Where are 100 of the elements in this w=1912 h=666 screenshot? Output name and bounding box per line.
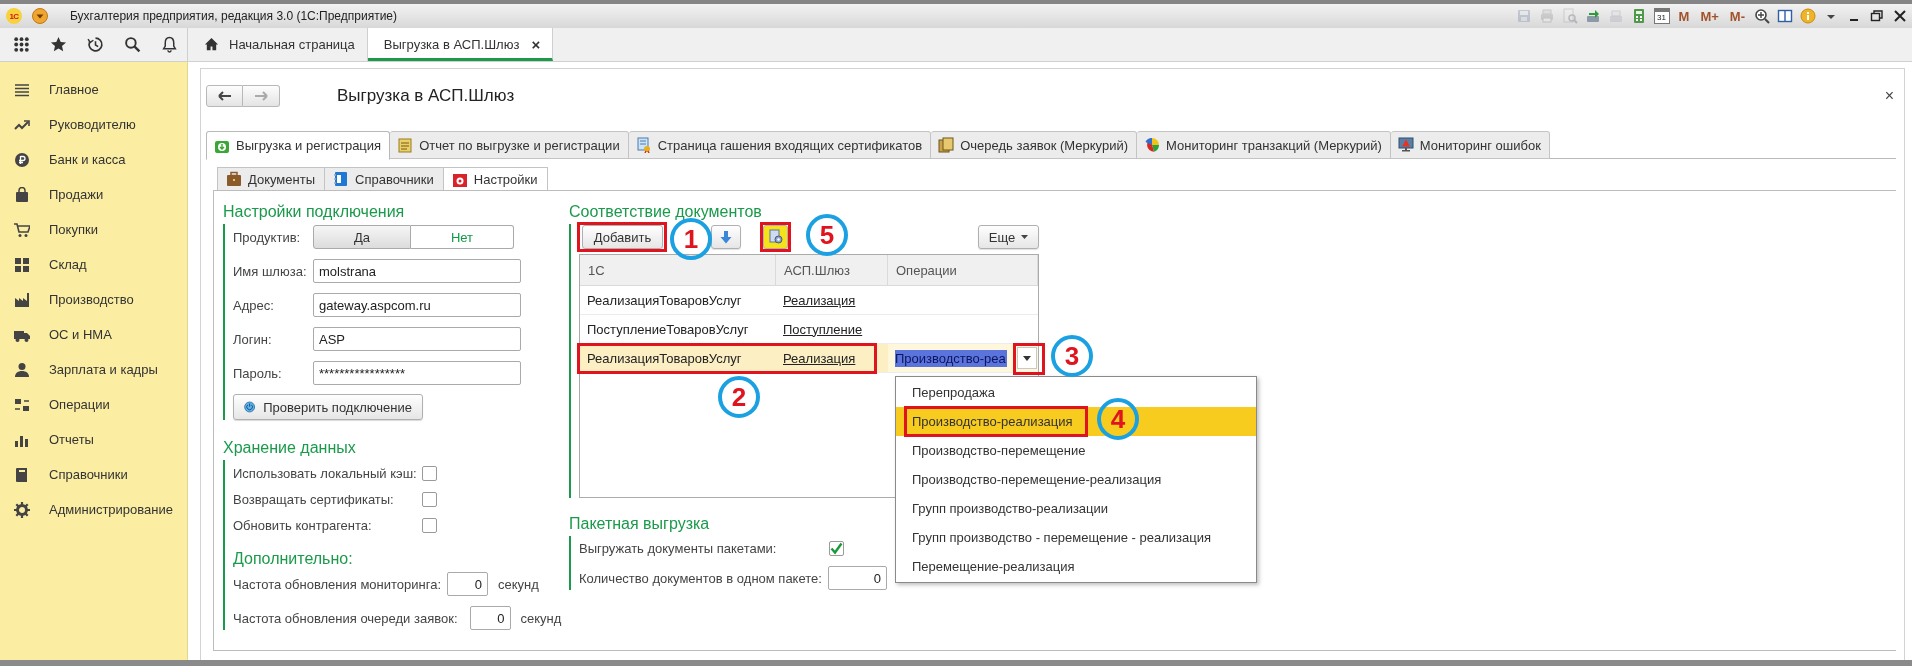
menu-icon[interactable]: [32, 8, 48, 24]
column-header[interactable]: Операции: [888, 255, 1038, 285]
grid-icon: [14, 256, 30, 273]
tab[interactable]: Выгрузка и регистрация: [206, 131, 391, 160]
panels-icon[interactable]: [1777, 7, 1793, 25]
apps-grid-icon[interactable]: [13, 36, 30, 53]
table-cell[interactable]: ПоступлениеТоваровУслуг: [580, 315, 776, 343]
bag-icon: [14, 186, 30, 203]
menu-item[interactable]: Групп производство-реализации: [896, 494, 1256, 523]
sidebar-item[interactable]: Администрирование: [0, 492, 187, 527]
sidebar-item[interactable]: Операции: [0, 387, 187, 422]
report-icon: [397, 137, 414, 153]
tab[interactable]: Документы: [217, 167, 325, 190]
address-book-icon: [333, 171, 349, 187]
arrow-left-icon: [217, 91, 232, 101]
info-icon[interactable]: [1800, 7, 1816, 25]
menu-item[interactable]: Групп производство - перемещение - реализация: [896, 523, 1256, 552]
check-connection-button[interactable]: Проверить подключение: [233, 394, 423, 420]
input-field[interactable]: *****************: [313, 361, 521, 385]
bell-icon[interactable]: [161, 36, 178, 53]
back-button[interactable]: [206, 85, 243, 107]
memory-button[interactable]: M: [1676, 7, 1692, 25]
sidebar-item[interactable]: Покупки: [0, 212, 187, 247]
column-header[interactable]: 1С: [580, 255, 776, 285]
close-icon[interactable]: ×: [531, 36, 541, 53]
column-header[interactable]: АСП.Шлюз: [776, 255, 888, 285]
sidebar-item[interactable]: ОС и НМА: [0, 317, 187, 352]
checkbox-label: Использовать локальный кэш:: [233, 465, 418, 481]
callout-marker: 5: [806, 214, 848, 256]
search-icon[interactable]: [124, 36, 141, 53]
sidebar-item[interactable]: Руководителю: [0, 107, 187, 142]
documents-icon: [938, 137, 955, 153]
tab[interactable]: Мониторинг транзакций (Меркурий): [1137, 131, 1391, 159]
close-button[interactable]: ×: [1884, 87, 1894, 105]
zoom-in-icon[interactable]: [1754, 7, 1770, 25]
tab[interactable]: Настройки: [443, 167, 548, 191]
sidebar-item[interactable]: Банк и касса: [0, 142, 187, 177]
add-button[interactable]: Добавить: [582, 225, 663, 249]
memory-button[interactable]: M-: [1727, 7, 1747, 25]
caret-icon: [1023, 355, 1031, 361]
sidebar-item[interactable]: Справочники: [0, 457, 187, 492]
input-field[interactable]: 0: [828, 566, 887, 590]
briefcase-icon: [226, 171, 242, 187]
sidebar-item[interactable]: Склад: [0, 247, 187, 282]
tab[interactable]: Отчет по выгрузке и регистрации: [390, 131, 629, 159]
sidebar-item[interactable]: Производство: [0, 282, 187, 317]
table-link[interactable]: Поступление: [776, 315, 888, 343]
star-icon[interactable]: [50, 36, 67, 53]
section-heading: Дополнительно:: [233, 549, 354, 569]
tab[interactable]: Очередь заявок (Меркурий): [931, 131, 1138, 159]
move-down-button[interactable]: [711, 225, 741, 249]
tab[interactable]: Справочники: [325, 167, 444, 190]
tab[interactable]: Мониторинг ошибок: [1390, 131, 1550, 159]
checkbox[interactable]: [422, 517, 437, 533]
power-icon: [244, 398, 256, 416]
memory-button[interactable]: M+: [1698, 7, 1721, 25]
home-icon: [204, 37, 219, 52]
sidebar-item[interactable]: Отчеты: [0, 422, 187, 457]
sidebar-item[interactable]: Главное: [0, 72, 187, 107]
book-icon: [14, 466, 30, 483]
sidebar-item[interactable]: Продажи: [0, 177, 187, 212]
app-logo: 1С: [6, 8, 22, 24]
toggle-option[interactable]: Да: [313, 225, 411, 249]
open-tab[interactable]: Начальная страница: [188, 28, 368, 61]
dropdown-button[interactable]: [1017, 347, 1037, 369]
table-cell[interactable]: РеализацияТоваровУслуг: [580, 344, 776, 372]
input-field[interactable]: molstrana: [313, 259, 521, 283]
field-label: Количество документов в одном пакете:: [579, 570, 823, 586]
table-link[interactable]: Реализация: [776, 344, 888, 372]
menu-item[interactable]: Производство-перемещение-реализация: [896, 465, 1256, 494]
more-button[interactable]: Еще: [978, 225, 1039, 249]
selected-text[interactable]: Производство-реа: [895, 349, 1007, 367]
gear-icon: [14, 501, 30, 518]
checkbox[interactable]: [422, 465, 437, 481]
input-field[interactable]: 0: [469, 606, 511, 630]
input-field[interactable]: gateway.aspcom.ru: [313, 293, 521, 317]
callout-marker: 3: [1051, 335, 1093, 377]
transfer-icon[interactable]: [1584, 7, 1601, 25]
open-tab[interactable]: Выгрузка в АСП.Шлюз ×: [367, 28, 554, 61]
checkbox[interactable]: [829, 540, 844, 556]
sidebar-item[interactable]: Зарплата и кадры: [0, 352, 187, 387]
input-field[interactable]: 0: [447, 572, 488, 596]
field-label: Частота обновления мониторинга:: [233, 576, 441, 592]
monitor-warning-icon: [1397, 137, 1414, 153]
table-link[interactable]: Реализация: [776, 286, 888, 314]
menu-item[interactable]: Перемещение-реализация: [896, 552, 1256, 581]
calendar-icon[interactable]: 31: [1653, 8, 1670, 24]
input-field[interactable]: ASP: [313, 327, 521, 351]
factory-icon: [14, 291, 30, 308]
tab[interactable]: Страница гашения входящих сертификатов: [628, 131, 932, 159]
table-cell[interactable]: РеализацияТоваровУслуг: [580, 286, 776, 314]
arrow-right-icon: [254, 91, 268, 101]
unit-label: секунд: [520, 610, 562, 626]
field-label: Логин:: [233, 331, 273, 347]
toggle-option[interactable]: Нет: [411, 225, 514, 249]
coin-icon: [14, 151, 30, 168]
field-label: Пароль:: [233, 365, 283, 381]
callout-marker: 2: [718, 376, 760, 418]
checkbox[interactable]: [422, 491, 437, 507]
history-icon[interactable]: [87, 36, 104, 53]
